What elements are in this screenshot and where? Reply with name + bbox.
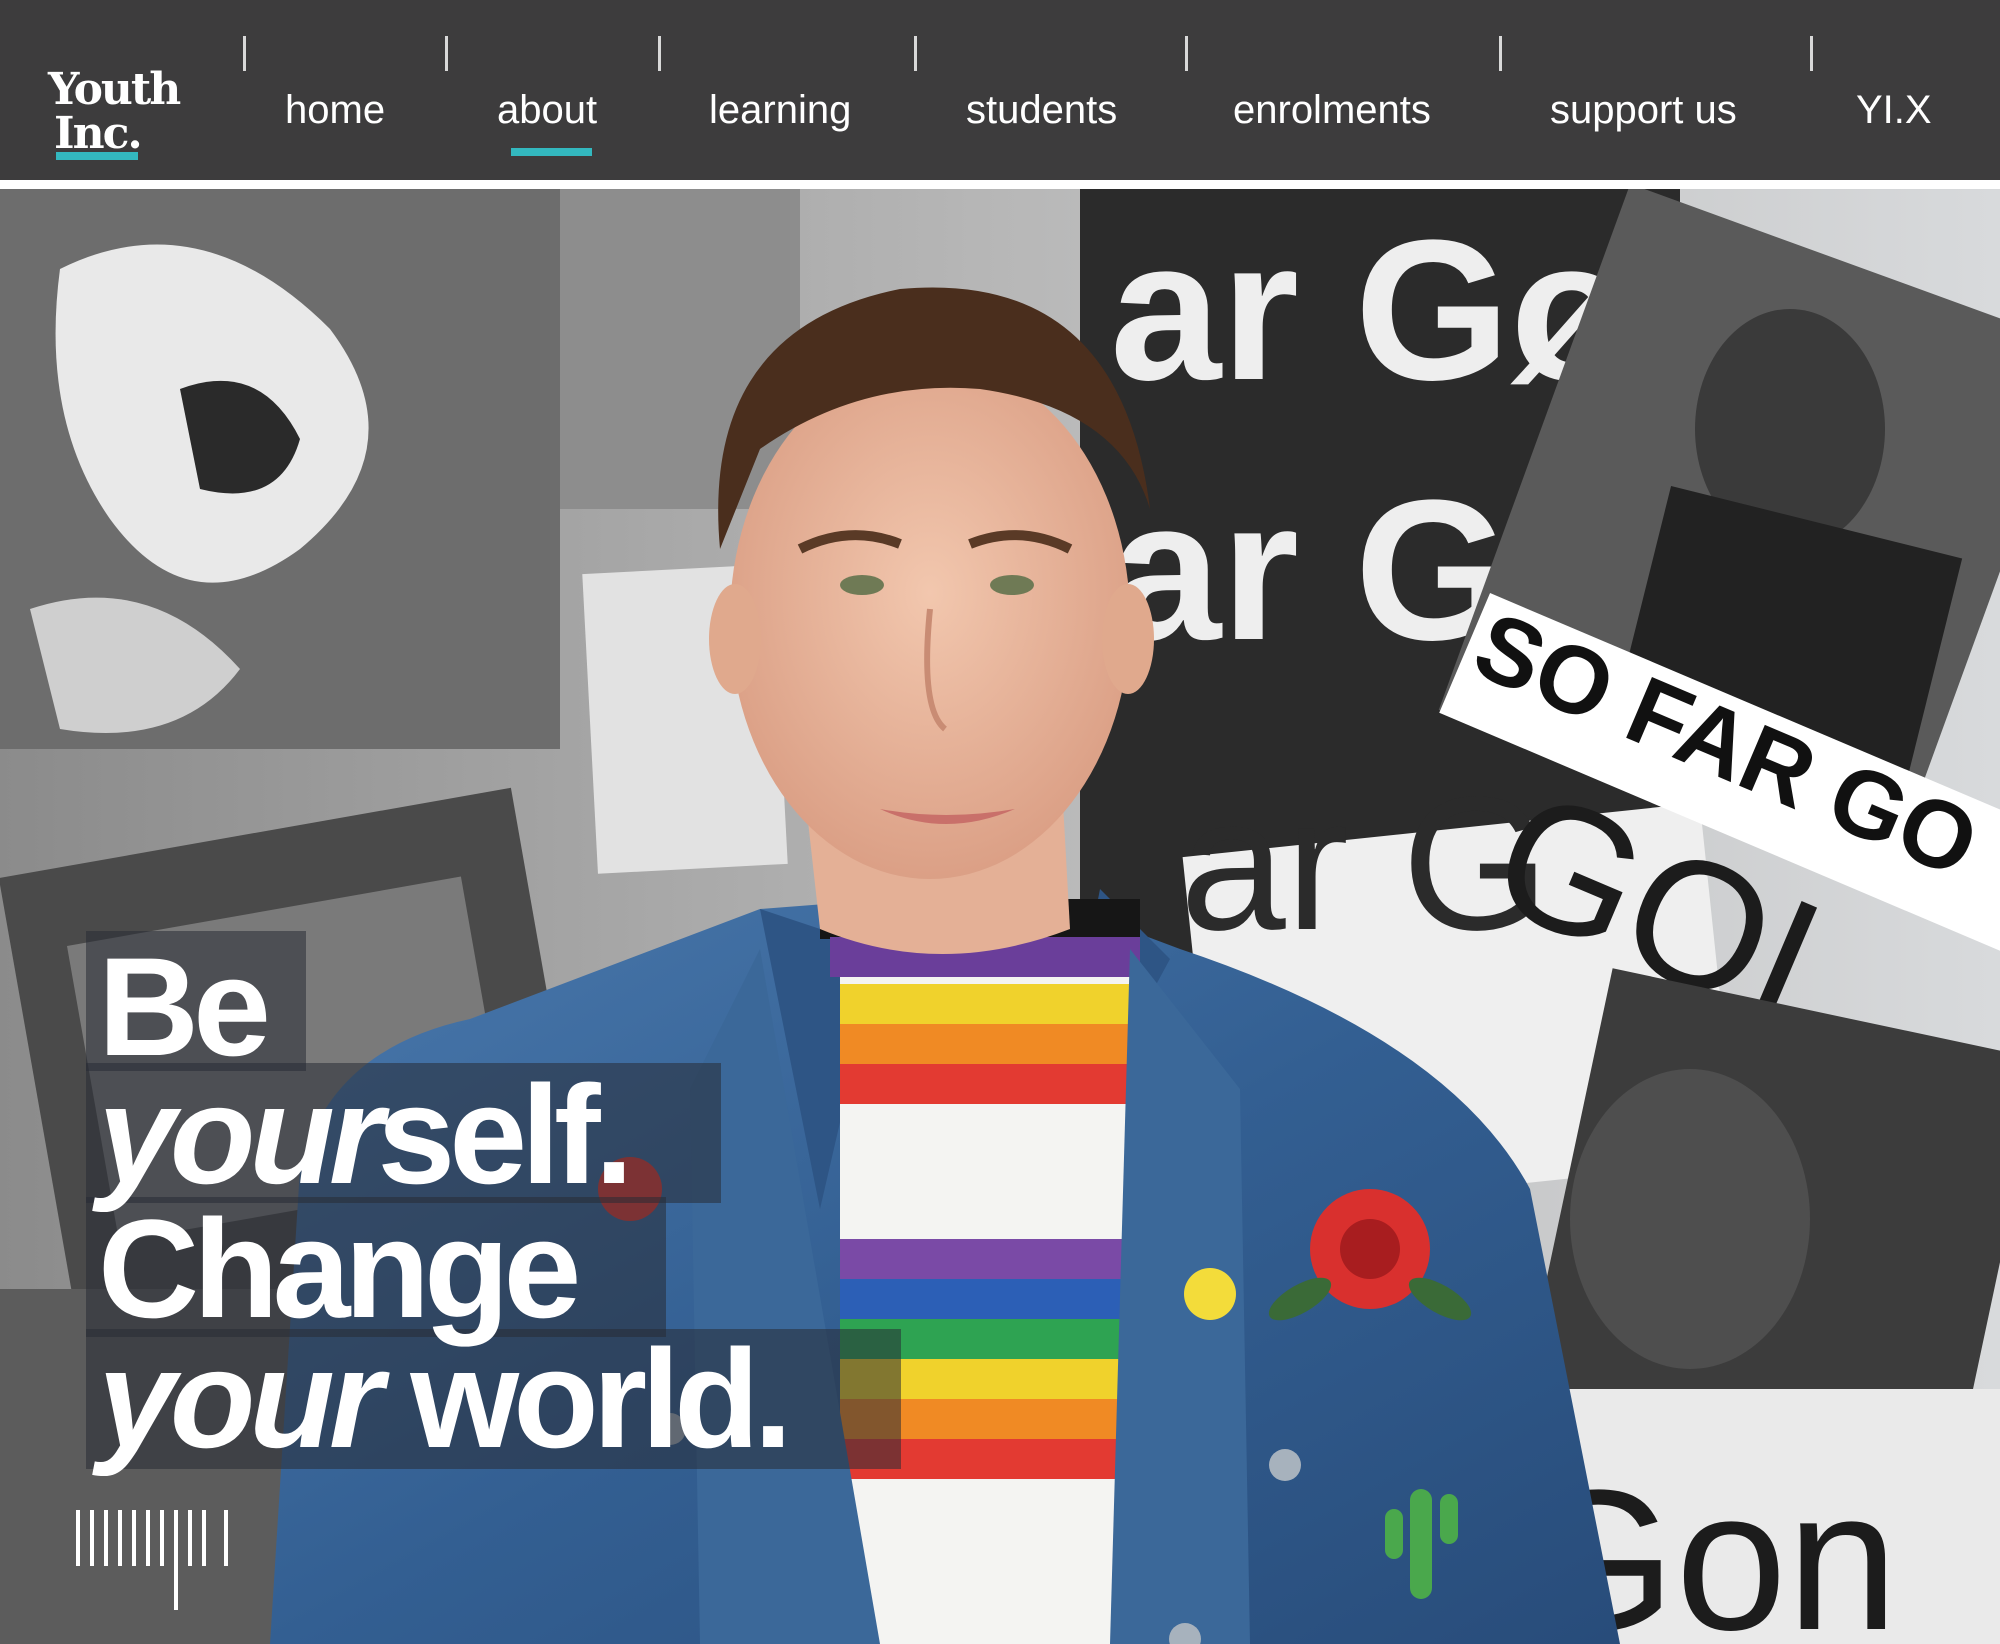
- poster: [560, 189, 800, 509]
- rainbow-shirt: [820, 899, 1140, 1644]
- logo-line-1: Youth: [48, 64, 181, 115]
- jacket-button: [1269, 1449, 1301, 1481]
- person-ear: [1102, 584, 1154, 694]
- nav-divider: [445, 36, 448, 71]
- headline-line-2: yourself.: [98, 1065, 634, 1205]
- person-eye: [840, 575, 884, 595]
- nav-active-indicator: [511, 148, 592, 156]
- logo-line-2: Inc.: [54, 108, 143, 159]
- nav-gap: [0, 180, 2000, 189]
- poster-portrait-2-head: [1570, 1069, 1810, 1369]
- nav-item-learning[interactable]: learning: [709, 88, 851, 133]
- headline-line-4: your world.: [98, 1329, 793, 1469]
- nav-divider: [1810, 36, 1813, 71]
- nav-divider: [658, 36, 661, 71]
- nav-item-about[interactable]: about: [497, 88, 597, 133]
- poster-text: ar Gø: [1110, 199, 1632, 422]
- pin-smiley: [1184, 1268, 1236, 1320]
- poster-text: ar G: [1110, 459, 1510, 682]
- nav-divider: [1499, 36, 1502, 71]
- nav-item-enrolments[interactable]: enrolments: [1233, 88, 1431, 133]
- nav-item-yix[interactable]: YI.X: [1856, 88, 1932, 133]
- nav-item-support-us[interactable]: support us: [1550, 88, 1737, 133]
- top-nav: Youth Inc. home about learning students …: [0, 0, 2000, 180]
- logo-underline: [56, 152, 138, 160]
- headline-your-2: your: [98, 1320, 383, 1477]
- nav-item-students[interactable]: students: [966, 88, 1117, 133]
- nav-divider: [914, 36, 917, 71]
- nav-divider: [1185, 36, 1188, 71]
- youth-inc-logo[interactable]: Youth Inc.: [48, 68, 188, 156]
- nav-item-home[interactable]: home: [285, 88, 385, 133]
- headline-world: world.: [410, 1320, 792, 1477]
- barcode-mark-icon: [76, 1510, 236, 1610]
- person-eye: [990, 575, 1034, 595]
- hero-section: ar Gø ar G ar G SO FAR GO GOL Gon Be you…: [0, 189, 2000, 1644]
- headline-line-3: Change: [98, 1199, 581, 1339]
- person-ear: [709, 584, 761, 694]
- nav-divider: [243, 36, 246, 71]
